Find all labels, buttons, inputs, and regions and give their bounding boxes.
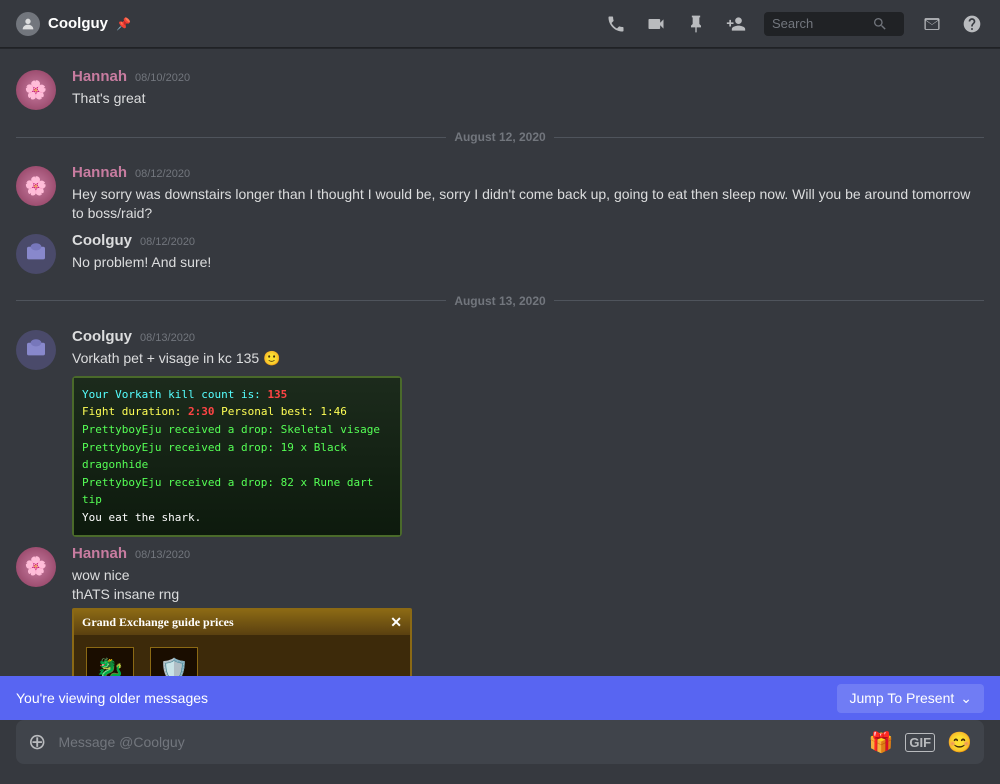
call-icon[interactable] (604, 12, 628, 36)
gif-button[interactable]: GIF (905, 733, 935, 752)
message-username: Coolguy (72, 232, 132, 249)
message-group: Coolguy 08/13/2020 Vorkath pet + visage … (0, 324, 1000, 541)
message-timestamp: 08/13/2020 (135, 549, 190, 561)
ge-close-button[interactable]: ✕ (390, 614, 402, 631)
message-username: Hannah (72, 68, 127, 85)
game-embed: Your Vorkath kill count is: 135 Fight du… (72, 376, 402, 537)
message-input-wrap: ⊕ 🎁 GIF 😊 (16, 720, 984, 764)
message-timestamp: 08/10/2020 (135, 72, 190, 84)
message-header: Hannah 08/10/2020 (72, 68, 984, 85)
header-title: Coolguy (48, 15, 108, 32)
avatar (16, 234, 56, 274)
message-text: Hey sorry was downstairs longer than I t… (72, 185, 984, 224)
date-divider-text: August 13, 2020 (454, 294, 545, 308)
divider-line (16, 300, 446, 301)
game-line: You eat the shark. (82, 509, 392, 527)
inbox-icon[interactable] (920, 12, 944, 36)
message-content: Coolguy 08/12/2020 No problem! And sure! (72, 232, 984, 274)
avatar: 🌸 (16, 166, 56, 206)
game-line: Fight duration: 2:30 Personal best: 1:46 (82, 403, 392, 421)
message-timestamp: 08/12/2020 (140, 236, 195, 248)
chevron-down-icon: ⌄ (960, 690, 972, 707)
ge-item-icon: 🐉 (86, 647, 134, 676)
header-left: Coolguy 📌 (16, 12, 592, 36)
message-text-content: Vorkath pet + visage in kc 135 🙂 (72, 350, 281, 366)
message-input[interactable] (58, 734, 856, 750)
message-group: 🌸 Hannah 08/13/2020 wow nice thATS insan… (0, 541, 1000, 677)
avatar (16, 330, 56, 370)
message-line-1: wow nice (72, 566, 984, 585)
notification-bar: You're viewing older messages Jump To Pr… (0, 676, 1000, 720)
divider-line (554, 137, 984, 138)
jump-to-present-button[interactable]: Jump To Present ⌄ (837, 684, 984, 713)
message-group: Coolguy 08/12/2020 No problem! And sure! (0, 228, 1000, 278)
game-embed-content: Your Vorkath kill count is: 135 Fight du… (72, 376, 402, 537)
ge-item: 🐉 250×704 +176,000 (86, 647, 134, 676)
message-content: Hannah 08/13/2020 wow nice thATS insane … (72, 545, 984, 677)
message-line-2: thATS insane rng (72, 585, 984, 604)
message-content: Hannah 08/12/2020 Hey sorry was downstai… (72, 164, 984, 224)
search-input[interactable] (772, 16, 872, 31)
notification-text: You're viewing older messages (16, 690, 208, 706)
message-header: Coolguy 08/13/2020 (72, 328, 984, 345)
ge-title: Grand Exchange guide prices (82, 615, 234, 630)
message-username: Coolguy (72, 328, 132, 345)
search-bar[interactable] (764, 12, 904, 36)
ge-item-icon: 🛡️ (150, 647, 198, 676)
message-timestamp: 08/12/2020 (135, 168, 190, 180)
message-timestamp: 08/13/2020 (140, 332, 195, 344)
input-icons: 🎁 GIF 😊 (869, 730, 972, 755)
game-line: PrettyboyEju received a drop: Skeletal v… (82, 421, 392, 439)
messages-area: 🌸 Hannah 08/10/2020 That's great August … (0, 48, 1000, 676)
header-pin: 📌 (116, 17, 131, 31)
date-divider-text: August 12, 2020 (454, 130, 545, 144)
message-username: Hannah (72, 164, 127, 181)
game-line: PrettyboyEju received a drop: 19 x Black… (82, 439, 392, 474)
gift-icon[interactable]: 🎁 (869, 730, 894, 755)
divider-line (16, 137, 446, 138)
ge-body: 🐉 250×704 +176,000 🛡️ 150×150 +22,400 (74, 635, 410, 676)
message-header: Coolguy 08/12/2020 (72, 232, 984, 249)
game-line: PrettyboyEju received a drop: 82 x Rune … (82, 474, 392, 509)
add-attachment-button[interactable]: ⊕ (28, 729, 46, 755)
date-divider: August 12, 2020 (0, 114, 1000, 160)
message-text: That's great (72, 89, 984, 108)
channel-icon (16, 12, 40, 36)
emoji-button[interactable]: 😊 (947, 730, 972, 755)
message-username: Hannah (72, 545, 127, 562)
divider-line (554, 300, 984, 301)
message-group: 🌸 Hannah 08/10/2020 That's great (0, 64, 1000, 114)
message-group: 🌸 Hannah 08/12/2020 Hey sorry was downst… (0, 160, 1000, 228)
game-line: Your Vorkath kill count is: 135 (82, 386, 392, 404)
header: Coolguy 📌 (0, 0, 1000, 48)
jump-label: Jump To Present (849, 690, 954, 706)
message-header: Hannah 08/12/2020 (72, 164, 984, 181)
date-divider: August 13, 2020 (0, 278, 1000, 324)
message-header: Hannah 08/13/2020 (72, 545, 984, 562)
avatar: 🌸 (16, 547, 56, 587)
ge-embed: Grand Exchange guide prices ✕ 🐉 250×704 … (72, 608, 412, 676)
input-area: ⊕ 🎁 GIF 😊 (0, 720, 1000, 784)
ge-title-bar: Grand Exchange guide prices ✕ (74, 610, 410, 635)
message-content: Hannah 08/10/2020 That's great (72, 68, 984, 110)
message-text: Vorkath pet + visage in kc 135 🙂 (72, 349, 984, 368)
help-icon[interactable] (960, 12, 984, 36)
avatar: 🌸 (16, 70, 56, 110)
message-text: No problem! And sure! (72, 253, 984, 272)
ge-item: 🛡️ 150×150 +22,400 (150, 647, 198, 676)
message-content: Coolguy 08/13/2020 Vorkath pet + visage … (72, 328, 984, 537)
message-text: wow nice thATS insane rng (72, 566, 984, 605)
add-friend-icon[interactable] (724, 12, 748, 36)
video-icon[interactable] (644, 12, 668, 36)
header-icons (604, 12, 984, 36)
pin-icon[interactable] (684, 12, 708, 36)
